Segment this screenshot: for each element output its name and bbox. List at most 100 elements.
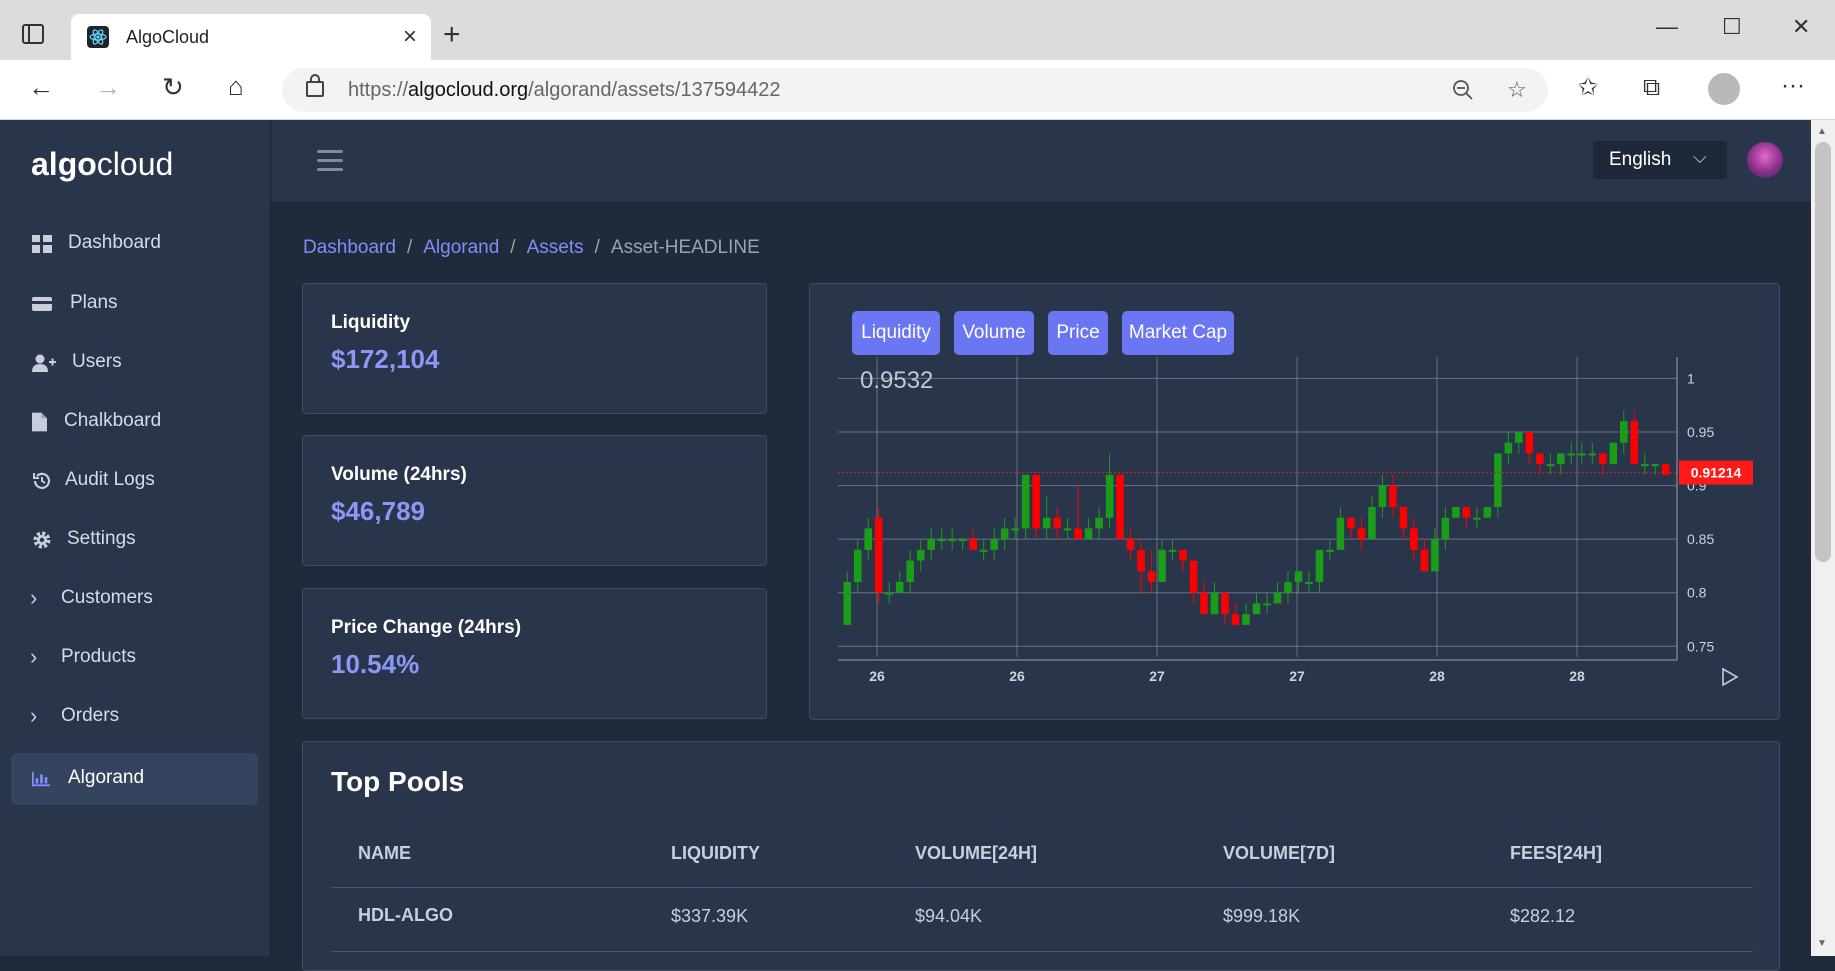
brand-logo[interactable]: algocloud [31, 146, 173, 183]
column-header[interactable]: FEES[24H] [1510, 843, 1602, 864]
chevron-right-icon: › [30, 703, 38, 728]
candle [1189, 560, 1198, 593]
candle [1494, 453, 1502, 507]
profile-icon[interactable] [1708, 73, 1740, 105]
chevron-right-icon: › [30, 644, 38, 669]
candle [1116, 474, 1124, 540]
breadcrumb-assets[interactable]: Assets [527, 237, 584, 258]
column-header[interactable]: LIQUIDITY [671, 843, 760, 864]
pool-liquidity: $337.39K [671, 906, 749, 926]
candle [1168, 549, 1177, 552]
candle [1420, 549, 1429, 572]
favorites-icon[interactable]: ✩ [1578, 76, 1598, 100]
pool-name[interactable]: HDL-ALGO [358, 905, 453, 926]
candle [1640, 464, 1649, 467]
candle [979, 549, 988, 552]
sidebar-item-label: Customers [61, 587, 153, 608]
column-header[interactable]: VOLUME[7D] [1223, 843, 1335, 864]
candle [1074, 528, 1082, 540]
chevron-right-icon: › [30, 585, 38, 610]
page-scrollbar[interactable]: ▲ ▼ [1811, 120, 1835, 956]
candle [1431, 539, 1439, 572]
back-icon[interactable]: ← [28, 74, 54, 100]
candle [1315, 549, 1324, 582]
stat-value: $172,104 [331, 344, 440, 374]
reload-icon[interactable]: ↻ [162, 74, 184, 100]
candle [1105, 474, 1114, 518]
tab-title: AlgoCloud [126, 27, 210, 47]
more-icon[interactable]: ··· [1781, 74, 1805, 98]
candle [937, 539, 946, 542]
candle [1284, 582, 1292, 593]
sidebar-item-settings[interactable]: Settings [11, 514, 258, 566]
sidebar-item-dashboard[interactable]: Dashboard [11, 218, 258, 270]
column-header[interactable]: VOLUME[24H] [915, 843, 1037, 864]
maximize-button[interactable]: ☐ [1722, 14, 1742, 40]
stat-title: Liquidity [331, 312, 411, 333]
sidebar-item-customers[interactable]: › Customers [11, 573, 258, 625]
candlestick-chart[interactable]: 10.950.90.850.80.7526 26 27 27 28 280.912140.… [810, 284, 1781, 721]
candle [1273, 592, 1282, 604]
candle [843, 582, 852, 625]
sidebar-item-audit-logs[interactable]: Audit Logs [11, 455, 258, 507]
sidebar-item-plans[interactable]: Plans [11, 278, 258, 330]
sidebar-item-algorand[interactable]: Algorand [11, 753, 258, 805]
sidebar-item-label: Algorand [68, 767, 145, 788]
chart-card: Liquidity Volume Price Market Cap 1 0.95 0… [809, 283, 1780, 720]
chart-scroll-right-icon[interactable] [1722, 667, 1739, 687]
candle [1252, 603, 1261, 615]
candle [1651, 464, 1660, 467]
minimize-button[interactable]: — [1656, 14, 1678, 40]
candle [1525, 432, 1534, 454]
url-text[interactable]: https://algocloud.org/algorand/assets/13… [348, 79, 781, 102]
language-select[interactable]: English ⌵ [1593, 141, 1727, 179]
x-tick-label: 28 [1569, 668, 1585, 684]
stat-title: Volume (24hrs) [331, 464, 467, 485]
hamburger-menu-icon[interactable] [317, 150, 343, 172]
divider [331, 951, 1753, 952]
candle [1357, 528, 1366, 540]
sidebar-icon[interactable] [22, 24, 44, 44]
user-plus-icon [32, 354, 56, 372]
sidebar-item-users[interactable]: Users [11, 337, 258, 389]
x-tick-label: 28 [1429, 668, 1445, 684]
candle [1042, 517, 1051, 529]
sidebar-item-orders[interactable]: › Orders [11, 691, 258, 743]
browser-tab[interactable]: AlgoCloud × [71, 14, 431, 60]
stat-card-volume: Volume (24hrs) $46,789 [302, 435, 767, 566]
candle [906, 560, 914, 582]
stat-title: Price Change (24hrs) [331, 617, 522, 638]
scroll-down-icon[interactable]: ▼ [1817, 938, 1827, 949]
tab-close-icon[interactable]: × [403, 23, 417, 51]
language-label: English [1609, 149, 1672, 170]
new-tab-button[interactable]: + [443, 20, 461, 50]
candle [1095, 517, 1103, 529]
candle [1011, 528, 1019, 531]
lock-icon[interactable] [306, 74, 324, 97]
collections-icon[interactable]: ⧉ [1643, 76, 1660, 100]
address-bar[interactable]: https://algocloud.org/algorand/assets/13… [282, 68, 1548, 112]
candle [1452, 507, 1460, 518]
column-header[interactable]: NAME [358, 843, 411, 864]
zoom-out-icon[interactable] [1452, 79, 1474, 101]
candle [1630, 421, 1639, 465]
home-icon[interactable]: ⌂ [228, 73, 244, 99]
y-tick-label: 0.8 [1687, 585, 1707, 601]
scroll-up-icon[interactable]: ▲ [1817, 126, 1827, 137]
file-icon [32, 412, 47, 432]
avatar[interactable] [1747, 142, 1783, 178]
history-icon [33, 472, 51, 489]
sidebar-item-products[interactable]: › Products [11, 632, 258, 684]
close-window-button[interactable]: ✕ [1792, 14, 1810, 40]
candle [1158, 549, 1166, 582]
breadcrumb-dashboard[interactable]: Dashboard [303, 237, 396, 258]
forward-icon[interactable]: → [95, 74, 121, 100]
candle [990, 539, 998, 550]
candle [1399, 507, 1408, 529]
breadcrumb-algorand[interactable]: Algorand [423, 237, 499, 258]
scrollbar-thumb[interactable] [1815, 142, 1831, 562]
sidebar-item-chalkboard[interactable]: Chalkboard [11, 396, 258, 448]
add-favorite-icon[interactable]: ☆ [1507, 77, 1527, 103]
bar-chart-icon [32, 771, 50, 787]
candle [1326, 549, 1334, 552]
